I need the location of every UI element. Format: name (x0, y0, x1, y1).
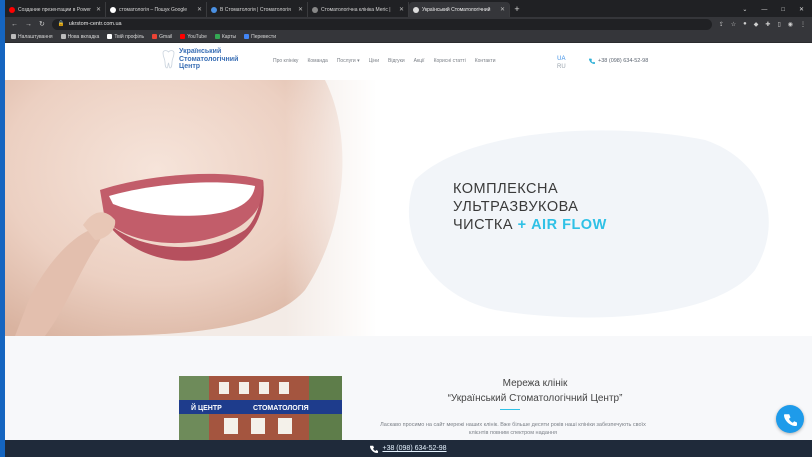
building-sign-right: СТОМАТОЛОГІЯ (253, 405, 309, 412)
globe-icon (60, 34, 66, 39)
profile-avatar[interactable]: ◉ (788, 21, 793, 28)
bookmark-item[interactable]: Gmail (152, 34, 172, 40)
phone-icon (370, 445, 379, 453)
section-text: Ласкаво просимо на сайт мережі наших клі… (380, 422, 646, 436)
site-logo[interactable]: Український Стоматологічний Центр (161, 48, 238, 71)
lang-ru[interactable]: RU (557, 63, 566, 71)
lock-icon: 🔒 (57, 21, 65, 27)
main-nav: Про клініку Команда Послуги ▾ Ціни Відгу… (273, 58, 495, 64)
close-icon[interactable]: ✕ (96, 6, 101, 13)
call-button[interactable] (776, 405, 804, 433)
menu-icon[interactable]: ⋮ (800, 21, 806, 28)
hero-title: КОМПЛЕКСНА УЛЬТРАЗВУКОВА ЧИСТКА + AIR FL… (453, 181, 607, 233)
tab-search-icon[interactable]: ⌄ (742, 6, 747, 13)
translate-icon (244, 34, 250, 39)
globe-icon (312, 6, 318, 13)
phone-icon (589, 58, 595, 64)
clinic-building-image: Й ЦЕНТР СТОМАТОЛОГІЯ (179, 376, 342, 440)
bookmark-item[interactable]: Карты (214, 34, 236, 40)
browser-tab[interactable]: Стоматологічна клініка Мегіс | ✕ (308, 2, 409, 17)
nav-item-about[interactable]: Про клініку (273, 58, 298, 64)
close-window-icon[interactable]: ✕ (799, 6, 804, 13)
nav-item-prices[interactable]: Ціни (369, 58, 379, 64)
browser-toolbar: ← → ↻ 🔒 ukrstom-centr.com.ua ⇪ ☆ ● ◆ ✚ ▯… (5, 17, 812, 31)
puzzle-icon[interactable]: ✚ (765, 21, 770, 28)
nav-item-reviews[interactable]: Відгуки (388, 58, 405, 64)
lang-ua[interactable]: UA (557, 55, 566, 63)
new-tab-button[interactable]: + (510, 2, 524, 17)
youtube-icon (9, 6, 15, 13)
extension-icon[interactable]: ● (743, 21, 747, 28)
close-icon[interactable]: ✕ (500, 6, 505, 13)
browser-tab-active[interactable]: Український Стоматологічний ✕ (409, 2, 510, 17)
url-text: ukrstom-centr.com.ua (68, 21, 122, 27)
site-header: Український Стоматологічний Центр Про кл… (5, 43, 812, 80)
browser-tab[interactable]: В Стоматологія | Стоматологія ✕ (207, 2, 308, 17)
hero-slider: КОМПЛЕКСНА УЛЬТРАЗВУКОВА ЧИСТКА + AIR FL… (5, 80, 812, 336)
nav-item-services[interactable]: Послуги ▾ (337, 58, 360, 64)
gear-icon (11, 34, 16, 39)
nav-item-team[interactable]: Команда (307, 58, 327, 64)
browser-tab-strip: Создание презентации в Power ✕ стоматоло… (5, 0, 812, 17)
hero-accent: + AIR FLOW (517, 217, 607, 233)
browser-tab[interactable]: Создание презентации в Power ✕ (5, 2, 106, 17)
language-switcher: UA RU (557, 55, 566, 71)
tab-title: стоматологія – Пошук Google (119, 6, 188, 13)
github-icon (107, 34, 113, 39)
building-sign-left: Й ЦЕНТР (191, 403, 222, 412)
minimize-icon[interactable]: — (761, 7, 767, 13)
bottom-phone-number[interactable]: +38 (098) 634-52-98 (382, 445, 446, 452)
youtube-icon (180, 34, 186, 39)
about-section: Й ЦЕНТР СТОМАТОЛОГІЯ Мережа клінік “Укра… (5, 336, 812, 440)
back-icon[interactable]: ← (11, 21, 18, 28)
bookmark-item[interactable]: Твій профіль (107, 34, 144, 40)
bottom-phone-bar[interactable]: +38 (098) 634-52-98 (5, 440, 812, 457)
logo-text: Український Стоматологічний Центр (179, 48, 239, 70)
close-icon[interactable]: ✕ (298, 6, 303, 13)
forward-icon[interactable]: → (25, 21, 32, 28)
share-icon[interactable]: ⇪ (719, 21, 724, 28)
tab-title: В Стоматологія | Стоматологія (220, 6, 291, 13)
reload-icon[interactable]: ↻ (39, 20, 45, 28)
nav-item-promotions[interactable]: Акції (414, 58, 425, 64)
address-bar[interactable]: 🔒 ukrstom-centr.com.ua (51, 18, 712, 30)
tab-title: Создание презентации в Power (18, 6, 91, 13)
maps-icon (214, 34, 220, 39)
tooth-logo-icon (162, 49, 175, 69)
bookmark-item[interactable]: Нова вкладка (60, 34, 99, 40)
tooth-icon (211, 6, 217, 13)
header-phone[interactable]: +38 (098) 634-52-98 (589, 58, 648, 64)
title-divider (500, 409, 520, 410)
gmail-icon (152, 34, 158, 39)
web-page: Український Стоматологічний Центр Про кл… (5, 43, 812, 440)
hero-smile-image (5, 80, 377, 336)
window-controls: ⌄ — □ ✕ (742, 2, 812, 17)
tab-title: Український Стоматологічний (422, 6, 491, 13)
phone-icon (783, 413, 797, 426)
close-icon[interactable]: ✕ (197, 6, 202, 13)
bookmark-item[interactable]: Перевести (244, 34, 276, 40)
tooth-icon (413, 6, 419, 13)
star-icon[interactable]: ☆ (731, 21, 736, 28)
phone-number: +38 (098) 634-52-98 (598, 58, 649, 64)
browser-tab[interactable]: стоматологія – Пошук Google ✕ (106, 2, 207, 17)
nav-item-contacts[interactable]: Контакти (475, 58, 496, 64)
maximize-icon[interactable]: □ (781, 7, 785, 13)
bookmark-item[interactable]: Налаштування (11, 34, 53, 40)
sidebar-icon[interactable]: ▯ (777, 21, 780, 28)
bookmarks-bar: Налаштування Нова вкладка Твій профіль G… (5, 31, 812, 43)
section-title: Мережа клінік “Український Стоматологічн… (447, 378, 623, 404)
extensions-bar: ⇪ ☆ ● ◆ ✚ ▯ ◉ ⋮ (719, 21, 806, 28)
extension-icon[interactable]: ◆ (754, 21, 759, 28)
tab-title: Стоматологічна клініка Мегіс | (321, 6, 391, 13)
nav-item-articles[interactable]: Корисні статті (434, 58, 466, 64)
google-icon (110, 6, 116, 13)
close-icon[interactable]: ✕ (399, 6, 404, 13)
bookmark-item[interactable]: YouTube (180, 34, 207, 40)
